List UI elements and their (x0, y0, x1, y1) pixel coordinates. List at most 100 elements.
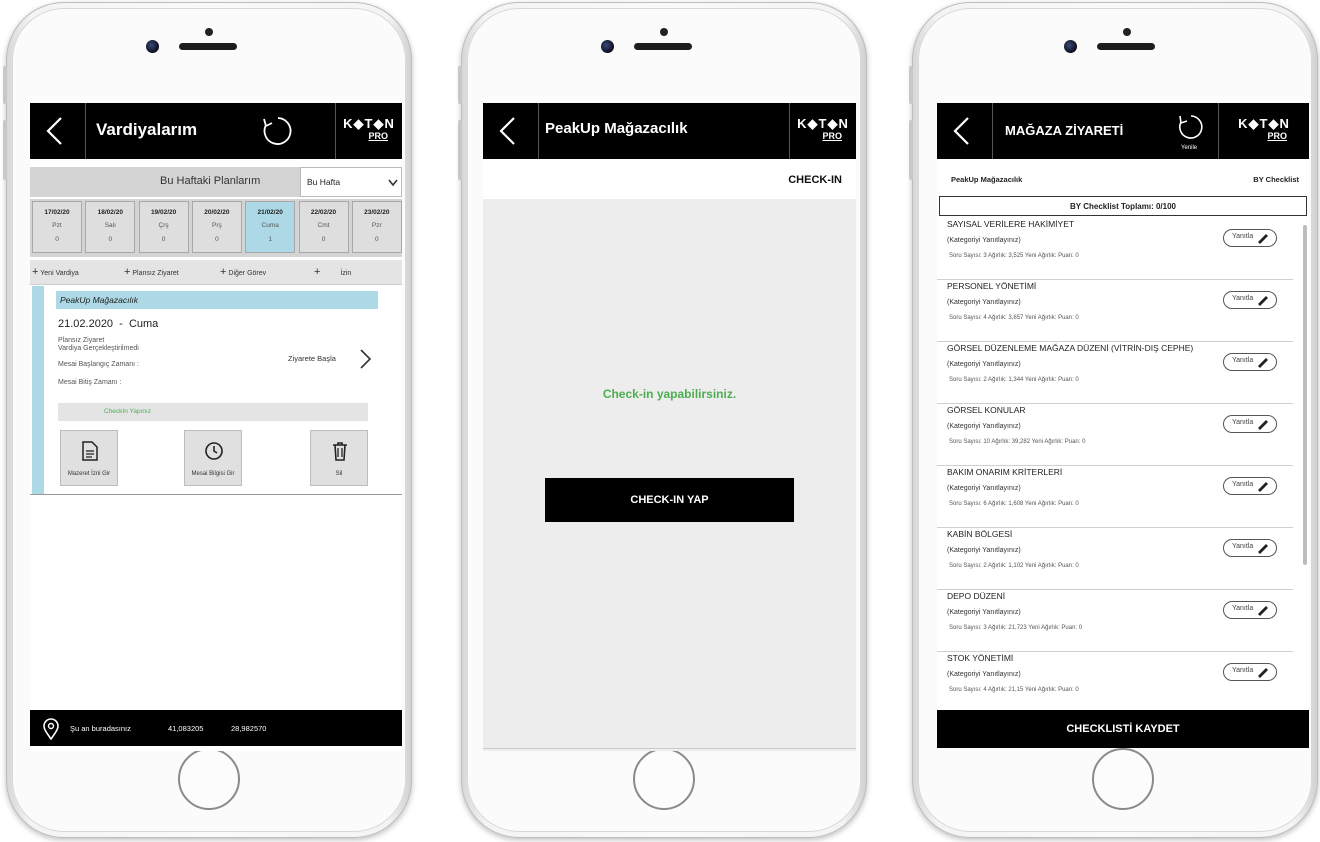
answer-button[interactable]: Yanıtla (1223, 353, 1277, 371)
day-cell[interactable]: 19/02/20 Çrş 0 (138, 201, 189, 253)
back-button[interactable] (937, 103, 993, 159)
excuse-leave-button[interactable]: Mazeret İzni Gir (60, 430, 118, 486)
leave-button[interactable]: + İzin (314, 266, 351, 278)
day-date: 21/02/20 (257, 209, 283, 216)
plus-icon: + (124, 266, 131, 278)
home-button[interactable] (1092, 748, 1154, 810)
plus-icon: + (314, 266, 321, 278)
brand-logo: K◆T◆N PRO (1218, 103, 1309, 159)
category-name: PERSONEL YÖNETİMİ (947, 281, 1037, 291)
day-cell[interactable]: 23/02/20 Pzr 0 (351, 201, 402, 253)
other-task-button[interactable]: + Diğer Görev (220, 266, 266, 278)
day-plan-count: 0 (55, 236, 59, 243)
new-shift-button[interactable]: + Yeni Vardiya (32, 266, 79, 278)
category-row: DEPO DÜZENİ (Kategoriyi Yanıtlayınız) Soru… (937, 589, 1293, 652)
answer-button[interactable]: Yanıtla (1223, 229, 1277, 247)
checkin-hint: CheckIn Yapınız (104, 408, 152, 415)
day-cell[interactable]: 22/02/20 Cmt 0 (298, 201, 349, 253)
day-name: Cmt (317, 222, 330, 229)
category-hint: (Kategoriyi Yanıtlayınız) (947, 423, 1021, 430)
card-date: 21.02.2020 - Cuma (58, 318, 159, 330)
start-visit-button[interactable]: Ziyarete Başla (280, 346, 380, 372)
shift-start-time: Mesai Başlangıç Zamanı : (58, 361, 139, 368)
plus-icon: + (220, 266, 227, 278)
side-button (458, 66, 462, 104)
longitude-value: 28,982570 (231, 724, 267, 733)
brand-logo-text: K◆T◆N (1238, 116, 1290, 131)
answer-button[interactable]: Yanıtla (1223, 415, 1277, 433)
location-bar: Şu an buradasınız 41,083205 28,982570 (30, 710, 402, 746)
day-cell[interactable]: 17/02/20 Pzt 0 (32, 201, 82, 253)
category-name: BAKIM ONARIM KRİTERLERİ (947, 467, 1063, 477)
brand-logo: K◆T◆N PRO (335, 103, 402, 159)
chevron-right-icon (360, 349, 372, 369)
screen-checkin: PeakUp Mağazacılık K◆T◆N PRO CHECK-IN Ch… (483, 103, 856, 751)
category-row: SAYISAL VERİLERE HAKİMİYET (Kategoriyi Ya… (937, 217, 1293, 280)
day-cell[interactable]: 21/02/20 Cuma 1 (245, 201, 296, 253)
category-meta: Soru Sayısı: 3 Ağırlık: 21,723 Yeni Ağır… (949, 625, 1083, 631)
day-date: 20/02/20 (204, 209, 230, 216)
category-meta: Soru Sayısı: 6 Ağırlık: 1,608 Yeni Ağırl… (949, 501, 1079, 507)
chevron-left-icon (46, 117, 62, 145)
category-meta: Soru Sayısı: 2 Ağırlık: 1,102 Yeni Ağırl… (949, 563, 1079, 569)
answer-label: Yanıtla (1232, 543, 1254, 550)
refresh-icon[interactable] (260, 115, 296, 147)
day-name: Salı (104, 222, 116, 229)
day-date: 18/02/20 (97, 209, 123, 216)
shift-info-button[interactable]: Mesai Bilgisi Gir (184, 430, 242, 486)
shift-end-time: Mesai Bitiş Zamanı : (58, 379, 122, 386)
category-hint: (Kategoriyi Yanıtlayınız) (947, 361, 1021, 368)
day-cell[interactable]: 20/02/20 Prş 0 (191, 201, 242, 253)
answer-button[interactable]: Yanıtla (1223, 291, 1277, 309)
location-label: Şu an buradasınız (70, 724, 131, 733)
back-button[interactable] (483, 103, 539, 159)
save-checklist-button[interactable]: CHECKLISTİ KAYDET (937, 710, 1309, 748)
unplanned-visit-button[interactable]: + Plansız Ziyaret (124, 266, 179, 278)
week-plan-bar: Bu Haftaki Planlarım Bu Hafta (30, 167, 402, 197)
week-select[interactable]: Bu Hafta (300, 167, 402, 197)
answer-button[interactable]: Yanıtla (1223, 601, 1277, 619)
brand-logo: K◆T◆N PRO (789, 103, 856, 159)
day-date: 23/02/20 (364, 209, 390, 216)
back-button[interactable] (30, 103, 86, 159)
document-icon (82, 441, 98, 461)
answer-label: Yanıtla (1232, 357, 1254, 364)
day-name: Cuma (261, 222, 279, 229)
front-camera (1064, 40, 1077, 53)
category-name: DEPO DÜZENİ (947, 591, 1006, 601)
category-hint: (Kategoriyi Yanıtlayınız) (947, 299, 1021, 306)
pencil-icon (1258, 668, 1268, 678)
day-plan-count: 1 (268, 236, 272, 243)
refresh-label: Yenile (1181, 145, 1198, 151)
delete-button[interactable]: Sil (310, 430, 368, 486)
category-hint: (Kategoriyi Yanıtlayınız) (947, 485, 1021, 492)
sensor-dot (660, 28, 668, 36)
checkin-button[interactable]: CHECK-IN YAP (545, 478, 794, 522)
category-name: SAYISAL VERİLERE HAKİMİYET (947, 219, 1075, 229)
week-select-value: Bu Hafta (307, 177, 341, 187)
day-cell[interactable]: 18/02/20 Salı 0 (85, 201, 136, 253)
scrollbar[interactable] (1303, 225, 1307, 565)
leave-label: İzin (340, 270, 352, 277)
category-meta: Soru Sayısı: 3 Ağırlık: 3,525 Yeni Ağırl… (949, 253, 1079, 259)
shift-card: PeakUp Mağazacılık 21.02.2020 - Cuma Pla… (30, 286, 402, 495)
home-button[interactable] (178, 748, 240, 810)
checkin-header-label: CHECK-IN (788, 174, 842, 186)
refresh-button[interactable]: Yenile (1173, 111, 1209, 157)
checkin-subheader: CHECK-IN (483, 159, 856, 199)
new-shift-label: Yeni Vardiya (40, 270, 79, 277)
category-hint: (Kategoriyi Yanıtlayınız) (947, 671, 1021, 678)
answer-button[interactable]: Yanıtla (1223, 663, 1277, 681)
brand-logo-text: K◆T◆N (797, 116, 849, 131)
day-date: 17/02/20 (44, 209, 70, 216)
answer-button[interactable]: Yanıtla (1223, 539, 1277, 557)
answer-button[interactable]: Yanıtla (1223, 477, 1277, 495)
home-button[interactable] (633, 748, 695, 810)
pencil-icon (1258, 234, 1268, 244)
shift-status: Vardiya Gerçekleştirilmedi (58, 345, 139, 352)
card-date-value: 21.02.2020 (58, 318, 114, 330)
category-meta: Soru Sayısı: 4 Ağırlık: 3,657 Yeni Ağırl… (949, 315, 1079, 321)
side-button (3, 66, 7, 104)
answer-label: Yanıtla (1232, 481, 1254, 488)
trash-icon (333, 442, 347, 461)
